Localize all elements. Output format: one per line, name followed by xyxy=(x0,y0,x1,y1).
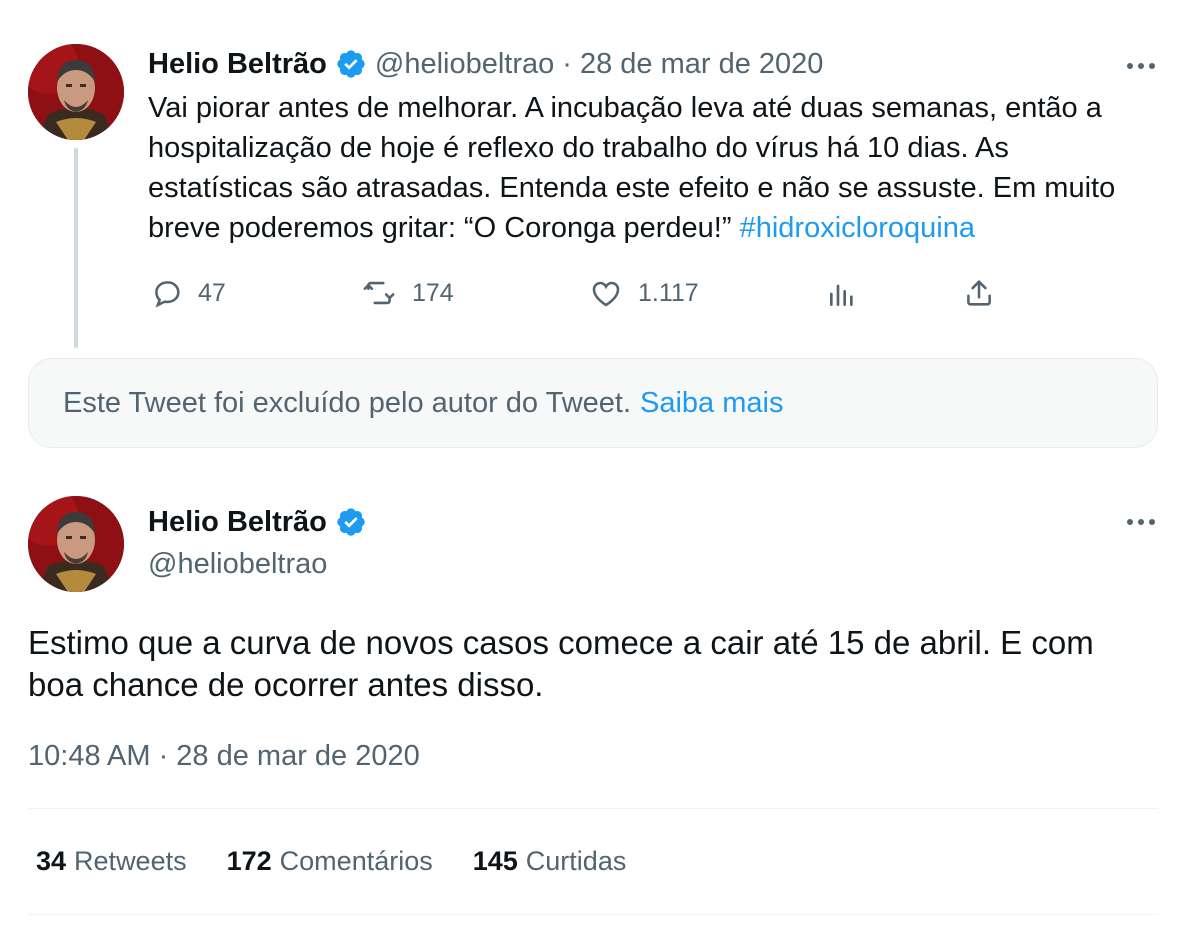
author-name[interactable]: Helio Beltrão xyxy=(148,46,327,82)
reply-button[interactable]: 47 xyxy=(150,276,226,310)
retweets-stat[interactable]: 34 Retweets xyxy=(36,846,187,877)
deleted-tweet-notice: Este Tweet foi excluído pelo autor do Tw… xyxy=(28,358,1158,448)
share-icon xyxy=(962,276,996,310)
verified-badge-icon xyxy=(335,48,367,80)
like-button[interactable]: 1.117 xyxy=(588,276,699,310)
author-name[interactable]: Helio Beltrão xyxy=(148,504,327,540)
verified-badge-icon xyxy=(335,506,367,538)
like-count: 1.117 xyxy=(638,278,699,307)
retweets-label: Retweets xyxy=(74,846,187,876)
main-tweet-text: Estimo que a curva de novos casos comece… xyxy=(28,624,1094,703)
tweet-stats: 34 Retweets 172 Comentários 145 Curtidas xyxy=(36,846,626,877)
analytics-icon xyxy=(826,278,858,310)
likes-stat[interactable]: 145 Curtidas xyxy=(473,846,627,877)
retweet-button[interactable]: 174 xyxy=(360,276,454,310)
likes-label: Curtidas xyxy=(525,846,627,876)
likes-count: 145 xyxy=(472,846,518,876)
avatar[interactable] xyxy=(28,44,124,140)
tweet-timestamp[interactable]: 10:48 AM · 28 de mar de 2020 xyxy=(28,738,420,774)
retweets-count: 34 xyxy=(36,846,67,876)
comments-count: 172 xyxy=(226,846,272,876)
analytics-button[interactable] xyxy=(826,278,858,310)
more-icon[interactable] xyxy=(1121,54,1161,78)
author-handle[interactable]: @heliobeltrao xyxy=(375,46,554,82)
divider xyxy=(28,808,1158,809)
tweet-date[interactable]: 28 de mar de 2020 xyxy=(580,46,823,82)
learn-more-link[interactable]: Saiba mais xyxy=(640,387,783,420)
main-tweet-header: Helio Beltrão xyxy=(148,504,367,540)
comments-stat[interactable]: 172 Comentários xyxy=(227,846,433,877)
hashtag-link[interactable]: #hidroxicloroquina xyxy=(740,212,975,244)
thread-line xyxy=(74,148,78,348)
separator: · xyxy=(562,48,572,80)
retweet-icon xyxy=(360,276,398,310)
comments-label: Comentários xyxy=(279,846,433,876)
reply-icon xyxy=(150,276,184,310)
retweet-count: 174 xyxy=(412,278,454,307)
author-handle[interactable]: @heliobeltrao xyxy=(148,546,327,582)
like-icon xyxy=(588,276,624,310)
share-button[interactable] xyxy=(962,276,996,310)
more-icon[interactable] xyxy=(1121,510,1161,534)
divider xyxy=(28,914,1158,915)
avatar[interactable] xyxy=(28,496,124,592)
quoted-tweet-header: Helio Beltrão @heliobeltrao · 28 de mar … xyxy=(148,46,823,82)
reply-count: 47 xyxy=(198,278,226,307)
deleted-notice-text: Este Tweet foi excluído pelo autor do Tw… xyxy=(63,386,632,419)
quoted-tweet-text: Vai piorar antes de melhorar. A incubaçã… xyxy=(148,88,1148,248)
